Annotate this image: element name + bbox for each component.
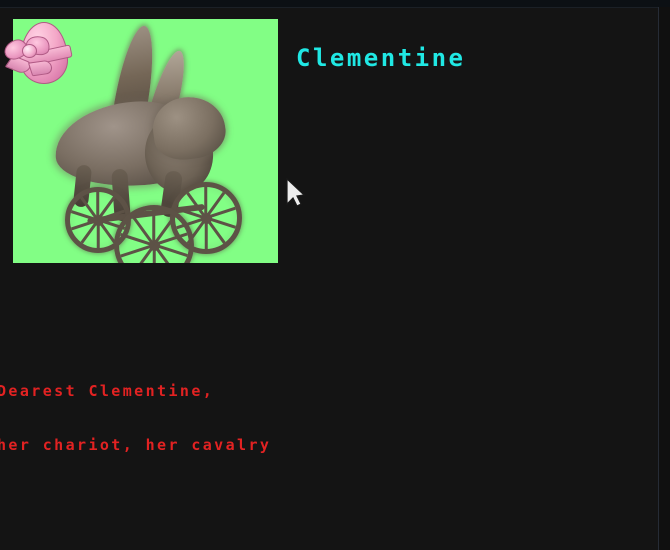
character-name-label: Clementine bbox=[296, 44, 466, 72]
mouse-pointer-icon bbox=[286, 177, 306, 208]
window-right-divider bbox=[658, 7, 659, 550]
dialogue-line: her chariot, her cavalry bbox=[0, 436, 272, 454]
window-right-gutter bbox=[659, 7, 670, 550]
game-screen: Clementine Dearest Clementine, her chari… bbox=[0, 0, 670, 550]
dialogue-paragraph-1: Dearest Clementine, her chariot, her cav… bbox=[0, 346, 497, 490]
dialogue-line: Dearest Clementine, bbox=[0, 382, 215, 400]
dialogue-paragraph-spacer bbox=[0, 526, 497, 547]
dialogue-text-block: Dearest Clementine, her chariot, her cav… bbox=[0, 310, 497, 550]
pink-easter-egg-icon[interactable] bbox=[1, 20, 74, 84]
window-top-bar bbox=[0, 0, 670, 8]
egg-bow-knot bbox=[22, 44, 37, 58]
